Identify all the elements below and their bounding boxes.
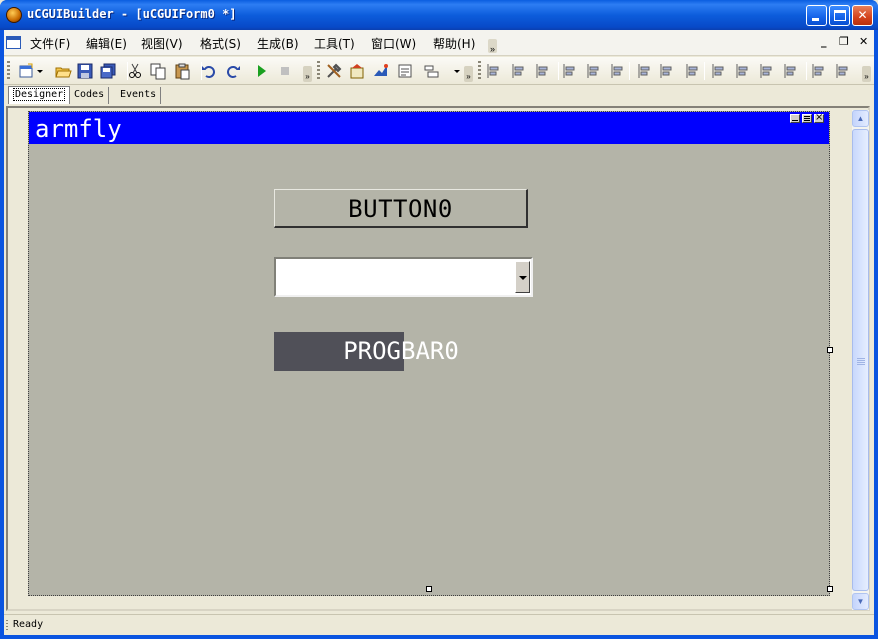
same-height-icon[interactable] bbox=[658, 62, 676, 80]
form-icon[interactable] bbox=[396, 62, 414, 80]
properties-icon[interactable] bbox=[348, 62, 366, 80]
toolbar: » » » bbox=[4, 57, 874, 85]
menu-window[interactable]: 窗口(W) bbox=[371, 35, 416, 52]
resize-handle-bottom[interactable] bbox=[426, 586, 432, 592]
tab-designer[interactable]: Designer bbox=[8, 86, 71, 104]
menu-help[interactable]: 帮助(H) bbox=[433, 35, 475, 52]
vspace-increase-icon[interactable] bbox=[834, 62, 852, 80]
progbar0-widget[interactable]: PROGBAR0 bbox=[274, 332, 528, 371]
mdi-close-button[interactable]: ✕ bbox=[859, 35, 868, 48]
menu-tools[interactable]: 工具(T) bbox=[314, 35, 355, 52]
maximize-button[interactable] bbox=[829, 5, 850, 26]
close-icon: ✕ bbox=[857, 8, 868, 22]
form-title-bar[interactable]: armfly bbox=[29, 112, 829, 144]
menu-edit[interactable]: 编辑(E) bbox=[86, 35, 127, 52]
align-center-icon[interactable] bbox=[510, 62, 528, 80]
status-bar: Ready bbox=[4, 614, 874, 635]
tab-bar: Designer Codes Events bbox=[4, 85, 874, 106]
toolbar-dropdown-icon[interactable] bbox=[37, 70, 43, 73]
toolbar-overflow-icon[interactable]: » bbox=[862, 66, 871, 82]
toolbar-grip[interactable] bbox=[478, 61, 481, 81]
paste-icon[interactable] bbox=[173, 62, 191, 80]
scroll-up-icon[interactable]: ▲ bbox=[852, 110, 869, 127]
form-title: armfly bbox=[35, 115, 122, 143]
align-bottom-icon[interactable] bbox=[609, 62, 627, 80]
progbar-label: PROGBAR0 bbox=[343, 337, 459, 365]
toolbar-separator bbox=[629, 62, 630, 80]
toolbar-overflow-icon[interactable]: » bbox=[464, 66, 473, 82]
status-text: Ready bbox=[13, 619, 44, 630]
form-close-icon[interactable] bbox=[814, 112, 824, 124]
vspace-equal-icon[interactable] bbox=[810, 62, 828, 80]
mdi-restore-button[interactable]: ❐ bbox=[839, 35, 849, 48]
tab-codes[interactable]: Codes bbox=[70, 87, 110, 104]
save-icon[interactable] bbox=[76, 62, 94, 80]
same-width-icon[interactable] bbox=[636, 62, 654, 80]
hspace-equal-icon[interactable] bbox=[710, 62, 728, 80]
toolbar-overflow-icon[interactable]: » bbox=[303, 66, 312, 82]
resize-handle-right[interactable] bbox=[827, 347, 833, 353]
save-all-icon[interactable] bbox=[99, 62, 117, 80]
designer-canvas[interactable]: armfly BUTTON0 PROGBAR0 bbox=[6, 106, 870, 611]
stop-icon[interactable] bbox=[276, 62, 294, 80]
form-maximize-icon[interactable] bbox=[802, 114, 812, 123]
app-icon[interactable] bbox=[6, 7, 22, 23]
menu-format[interactable]: 格式(S) bbox=[200, 35, 241, 52]
mdi-minimize-button[interactable]: _ bbox=[821, 35, 827, 48]
toolbar-grip[interactable] bbox=[317, 61, 320, 81]
widget-icon[interactable] bbox=[372, 62, 390, 80]
ucgui-form[interactable]: armfly BUTTON0 PROGBAR0 bbox=[28, 111, 830, 596]
menu-build[interactable]: 生成(B) bbox=[257, 35, 299, 52]
redo-icon[interactable] bbox=[224, 62, 242, 80]
menu-file[interactable]: 文件(F) bbox=[30, 35, 70, 52]
mdi-document-icon[interactable] bbox=[6, 36, 21, 49]
title-bar[interactable]: uCGUIBuilder - [uCGUIForm0 *] ✕ bbox=[0, 0, 878, 30]
align-middle-icon[interactable] bbox=[585, 62, 603, 80]
window-list-icon[interactable] bbox=[423, 62, 441, 80]
menu-view[interactable]: 视图(V) bbox=[141, 35, 183, 52]
menu-overflow-icon[interactable]: » bbox=[488, 39, 497, 54]
minimize-icon bbox=[812, 18, 819, 21]
form-minimize-icon[interactable] bbox=[790, 114, 800, 123]
button0-widget[interactable]: BUTTON0 bbox=[274, 189, 528, 228]
copy-icon[interactable] bbox=[149, 62, 167, 80]
tools-icon[interactable] bbox=[325, 62, 343, 80]
dropdown0-widget[interactable] bbox=[274, 257, 533, 297]
undo-icon[interactable] bbox=[200, 62, 218, 80]
toolbar-separator bbox=[806, 62, 807, 80]
dropdown-arrow-icon[interactable] bbox=[515, 261, 530, 293]
client-area: 文件(F) 编辑(E) 视图(V) 格式(S) 生成(B) 工具(T) 窗口(W… bbox=[4, 30, 874, 635]
align-left-icon[interactable] bbox=[485, 62, 503, 80]
run-icon[interactable] bbox=[252, 62, 270, 80]
toolbar-grip[interactable] bbox=[7, 61, 10, 81]
resize-handle-corner[interactable] bbox=[827, 586, 833, 592]
align-right-icon[interactable] bbox=[534, 62, 552, 80]
open-folder-icon[interactable] bbox=[54, 62, 72, 80]
hspace-decrease-icon[interactable] bbox=[758, 62, 776, 80]
vertical-scrollbar[interactable]: ▲ ▼ bbox=[852, 110, 869, 610]
toolbar-separator bbox=[704, 62, 705, 80]
scroll-thumb[interactable] bbox=[852, 129, 869, 591]
cut-icon[interactable] bbox=[126, 62, 144, 80]
toolbar-separator bbox=[558, 62, 559, 80]
align-top-icon[interactable] bbox=[561, 62, 579, 80]
window-title: uCGUIBuilder - [uCGUIForm0 *] bbox=[27, 7, 237, 21]
same-size-icon[interactable] bbox=[684, 62, 702, 80]
hspace-remove-icon[interactable] bbox=[782, 62, 800, 80]
toolbar-dropdown-icon[interactable] bbox=[454, 70, 460, 73]
new-form-icon[interactable] bbox=[17, 62, 35, 80]
scroll-down-icon[interactable]: ▼ bbox=[852, 593, 869, 610]
close-button[interactable]: ✕ bbox=[852, 5, 873, 26]
hspace-increase-icon[interactable] bbox=[734, 62, 752, 80]
minimize-button[interactable] bbox=[806, 5, 827, 26]
status-grip bbox=[6, 620, 8, 630]
scroll-grip-icon bbox=[857, 358, 865, 365]
menu-bar: 文件(F) 编辑(E) 视图(V) 格式(S) 生成(B) 工具(T) 窗口(W… bbox=[4, 30, 874, 56]
app-window: uCGUIBuilder - [uCGUIForm0 *] ✕ 文件(F) 编辑… bbox=[0, 0, 878, 639]
maximize-icon bbox=[834, 10, 846, 21]
tab-events[interactable]: Events bbox=[116, 87, 162, 104]
